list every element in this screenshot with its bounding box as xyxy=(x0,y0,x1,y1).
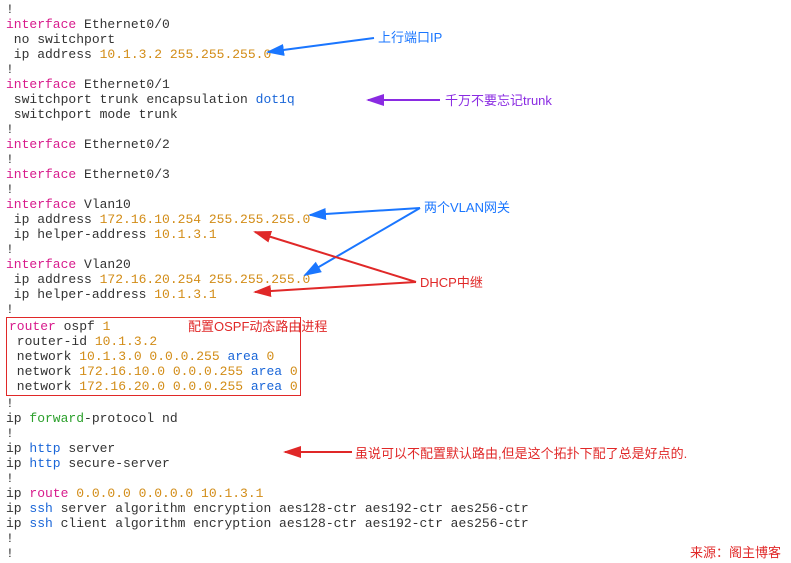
code-line: ! xyxy=(6,152,785,167)
annotation-trunk: 千万不要忘记trunk xyxy=(445,93,552,108)
code-line-default-route: ip route 0.0.0.0 0.0.0.0 10.1.3.1 xyxy=(6,486,785,501)
code-line: ! xyxy=(6,546,785,561)
code-line-trunk-encap: switchport trunk encapsulation dot1q xyxy=(6,92,785,107)
code-line: ! xyxy=(6,471,785,486)
code-line: ! xyxy=(6,2,785,17)
code-line-interface-eth02: interface Ethernet0/2 xyxy=(6,137,785,152)
code-line: ! xyxy=(6,426,785,441)
code-line: switchport mode trunk xyxy=(6,107,785,122)
code-line-vlan20-ip: ip address 172.16.20.254 255.255.255.0 xyxy=(6,272,785,287)
code-line: network 10.1.3.0 0.0.0.255 area 0 xyxy=(9,349,298,364)
code-line: ! xyxy=(6,242,785,257)
annotation-vlan-gateways: 两个VLAN网关 xyxy=(424,200,510,215)
annotation-dhcp-relay: DHCP中继 xyxy=(420,275,483,290)
code-line: ! xyxy=(6,182,785,197)
code-line-vlan10-helper: ip helper-address 10.1.3.1 xyxy=(6,227,785,242)
code-line-vlan10-ip: ip address 172.16.10.254 255.255.255.0 xyxy=(6,212,785,227)
code-line-interface-vlan20: interface Vlan20 xyxy=(6,257,785,272)
code-line: ! xyxy=(6,62,785,77)
code-line: network 172.16.10.0 0.0.0.255 area 0 xyxy=(9,364,298,379)
code-line-uplink-ip: ip address 10.1.3.2 255.255.255.0 xyxy=(6,47,785,62)
code-line: ! xyxy=(6,531,785,546)
code-line: ip ssh server algorithm encryption aes12… xyxy=(6,501,785,516)
code-line: ip forward-protocol nd xyxy=(6,411,785,426)
code-line: ! xyxy=(6,122,785,137)
code-line: ! xyxy=(6,396,785,411)
code-line-vlan20-helper: ip helper-address 10.1.3.1 xyxy=(6,287,785,302)
annotation-uplink-ip: 上行端口IP xyxy=(378,30,442,45)
code-line-interface-eth03: interface Ethernet0/3 xyxy=(6,167,785,182)
code-line: router-id 10.1.3.2 xyxy=(9,334,298,349)
code-line-interface-vlan10: interface Vlan10 xyxy=(6,197,785,212)
code-line: network 172.16.20.0 0.0.0.255 area 0 xyxy=(9,379,298,394)
code-line-interface-eth01: interface Ethernet0/1 xyxy=(6,77,785,92)
annotation-default-route: 虽说可以不配置默认路由,但是这个拓扑下配了总是好点的. xyxy=(355,446,687,461)
source-credit: 来源：阁主博客 xyxy=(690,545,781,560)
code-line: ip ssh client algorithm encryption aes12… xyxy=(6,516,785,531)
code-line: ! xyxy=(6,302,785,317)
annotation-ospf-box-label: 配置OSPF动态路由进程 xyxy=(188,319,327,334)
